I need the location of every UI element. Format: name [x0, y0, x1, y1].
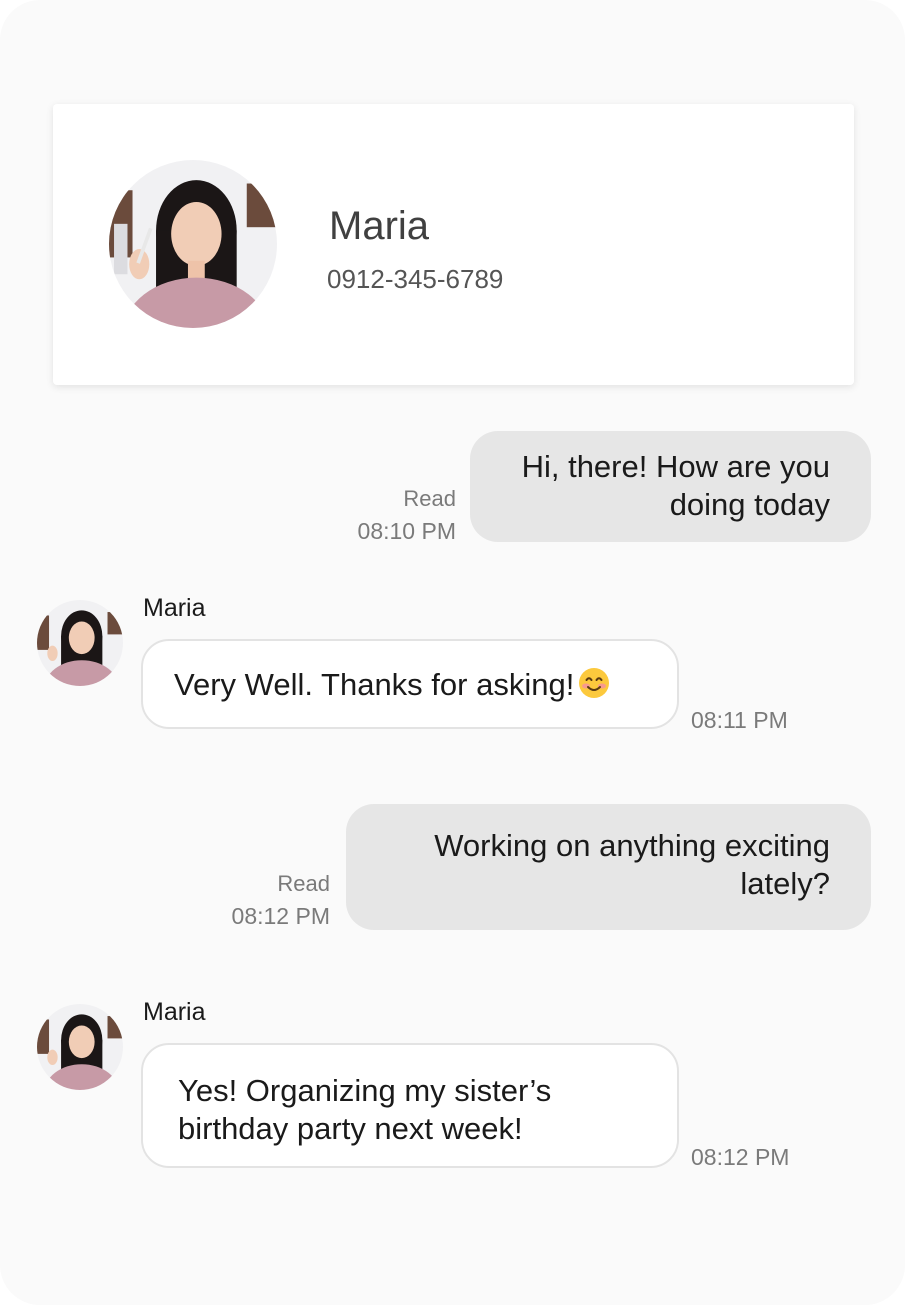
message-time: 08:12 PM	[231, 903, 330, 929]
contact-phone[interactable]: 0912-345-6789	[327, 264, 503, 295]
message-meta: Read 08:12 PM	[232, 869, 330, 933]
read-status: Read	[403, 486, 456, 511]
smiling-face-emoji-icon	[578, 667, 610, 699]
avatar-photo	[109, 160, 277, 328]
avatar-photo	[37, 600, 123, 686]
avatar-photo	[37, 1004, 123, 1090]
incoming-message-bubble[interactable]: Yes! Organizing my sister’s birthday par…	[141, 1043, 679, 1168]
message-time: 08:10 PM	[357, 518, 456, 544]
incoming-message-bubble[interactable]: Very Well. Thanks for asking!	[141, 639, 679, 729]
message-time: 08:12 PM	[691, 1144, 790, 1170]
message-text: Very Well. Thanks for asking!	[174, 667, 575, 702]
sender-name: Maria	[143, 998, 206, 1026]
contact-name: Maria	[329, 204, 430, 248]
read-status: Read	[277, 871, 330, 896]
chat-screen: Maria 0912-345-6789 Read 08:10 PM Hi, th…	[0, 0, 905, 1305]
sender-avatar[interactable]	[37, 1004, 123, 1090]
message-time: 08:11 PM	[691, 707, 788, 733]
contact-avatar[interactable]	[109, 160, 277, 328]
message-meta: Read 08:10 PM	[358, 484, 456, 548]
contact-card[interactable]: Maria 0912-345-6789	[53, 104, 854, 385]
outgoing-message-bubble[interactable]: Working on anything exciting lately?	[346, 804, 871, 930]
outgoing-message-bubble[interactable]: Hi, there! How are you doing today	[470, 431, 871, 542]
sender-avatar[interactable]	[37, 600, 123, 686]
message-text: Yes! Organizing my sister’s birthday par…	[178, 1073, 552, 1146]
sender-name: Maria	[143, 594, 206, 622]
